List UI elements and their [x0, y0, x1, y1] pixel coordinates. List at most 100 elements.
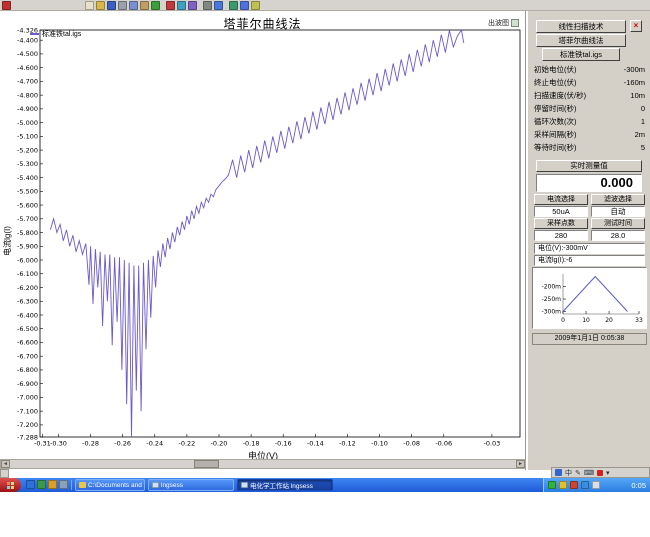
svg-text:-7.200: -7.200: [17, 421, 38, 429]
param-value[interactable]: -300m: [624, 65, 645, 74]
close-panel-button[interactable]: ×: [630, 20, 642, 32]
scrollbar-thumb[interactable]: [194, 460, 219, 468]
ime-icon[interactable]: [555, 469, 562, 476]
language-bar: 中 ✎ ⌨ ▾: [551, 467, 650, 478]
svg-text:-0.08: -0.08: [403, 440, 420, 448]
svg-text:-200m: -200m: [542, 284, 562, 291]
media-player-icon[interactable]: [48, 480, 57, 489]
param-value[interactable]: 0: [641, 104, 645, 113]
explorer-icon[interactable]: [59, 480, 68, 489]
svg-text:-0.14: -0.14: [307, 440, 324, 448]
show-desktop-icon[interactable]: [37, 480, 46, 489]
waveform-preview: -200m -250m -300m 0 10 20 33: [532, 267, 647, 329]
im-tray-icon[interactable]: [581, 481, 589, 489]
param-row: 扫描速度(伏/秒) 10m: [534, 90, 645, 101]
filter-select-button[interactable]: 滤波选择: [591, 194, 645, 205]
export-wave-icon: [511, 18, 519, 27]
y-axis-label: 电流lg(I): [3, 226, 12, 256]
param-value[interactable]: 5: [641, 143, 645, 152]
svg-text:-5.000: -5.000: [17, 119, 38, 127]
current-range-button[interactable]: 电流选择: [534, 194, 588, 205]
battery-tray-icon[interactable]: [592, 481, 600, 489]
svg-text:-5.400: -5.400: [17, 174, 38, 182]
zoom-icon[interactable]: [188, 1, 197, 10]
svg-text:-4.900: -4.900: [17, 105, 38, 113]
scroll-right-arrow-icon[interactable]: ►: [516, 460, 525, 468]
svg-text:-0.03: -0.03: [483, 440, 500, 448]
scroll-left-arrow-icon[interactable]: ◄: [1, 460, 10, 468]
taskbar-task-workstation[interactable]: 电化学工作站 lngsess: [237, 479, 333, 491]
technique-button-linear-sweep[interactable]: 线性扫描技术: [536, 20, 626, 33]
svg-text:-0.18: -0.18: [243, 440, 260, 448]
svg-text:-6.300: -6.300: [17, 298, 38, 306]
param-value[interactable]: 10m: [630, 91, 645, 100]
svg-text:-6.900: -6.900: [17, 380, 38, 388]
param-row: 采样间隔(秒) 2m: [534, 129, 645, 140]
technique-button-tafel[interactable]: 塔菲尔曲线法: [536, 34, 626, 47]
show-desktop-button[interactable]: [0, 469, 9, 478]
svg-text:-6.000: -6.000: [17, 256, 38, 264]
svg-text:-0.31: -0.31: [34, 440, 51, 448]
svg-text:10: 10: [582, 317, 590, 324]
param-value[interactable]: 2m: [635, 130, 645, 139]
language-zh-indicator[interactable]: 中: [565, 468, 572, 478]
run-icon[interactable]: [151, 1, 160, 10]
stop-icon[interactable]: [166, 1, 175, 10]
app-logo-icon[interactable]: [2, 1, 11, 10]
svg-text:-5.200: -5.200: [17, 146, 38, 154]
copy-icon[interactable]: [129, 1, 138, 10]
series-标准铁tal.igs: [49, 28, 465, 438]
print-icon[interactable]: [118, 1, 127, 10]
handwriting-icon[interactable]: ✎: [575, 469, 581, 477]
param-value[interactable]: -160m: [624, 78, 645, 87]
svg-text:-6.700: -6.700: [17, 352, 38, 360]
save-icon[interactable]: [107, 1, 116, 10]
svg-text:-5.700: -5.700: [17, 215, 38, 223]
svg-text:-5.600: -5.600: [17, 201, 38, 209]
export-wave-button[interactable]: 出波图: [488, 17, 519, 28]
sample-points-button[interactable]: 采样点数: [534, 218, 588, 229]
param-row: 循环次数(次) 1: [534, 116, 645, 127]
svg-text:-6.100: -6.100: [17, 270, 38, 278]
langbar-options-icon[interactable]: ▾: [606, 469, 610, 477]
open-file-icon[interactable]: [96, 1, 105, 10]
realtime-measure-button[interactable]: 实时测量值: [536, 160, 642, 172]
info-icon[interactable]: [251, 1, 260, 10]
app-window-icon: [241, 482, 248, 488]
chart-icon[interactable]: [177, 1, 186, 10]
param-value[interactable]: 1: [641, 117, 645, 126]
svg-text:20: 20: [605, 317, 613, 324]
filter-select-value[interactable]: 自动: [591, 206, 645, 217]
new-file-icon[interactable]: [85, 1, 94, 10]
test-time-button[interactable]: 测试时间: [591, 218, 645, 229]
system-tray: 0:05: [543, 478, 650, 492]
keyboard-icon[interactable]: ⌨: [584, 469, 594, 477]
task-label: 电化学工作站 lngsess: [250, 483, 313, 490]
param-row: 等待时间(秒) 5: [534, 142, 645, 153]
ie-browser-icon[interactable]: [26, 480, 35, 489]
screen: -4.326 -4.400 -4.500 -4.600 -4.700 -4.800 -4.9…: [0, 0, 650, 537]
help-icon[interactable]: [240, 1, 249, 10]
param-label: 采样间隔(秒): [534, 130, 577, 139]
volume-tray-icon[interactable]: [559, 481, 567, 489]
settings-icon[interactable]: [203, 1, 212, 10]
current-range-value[interactable]: 50uA: [534, 206, 588, 217]
taskbar-task-lngsess[interactable]: lngsess: [148, 479, 234, 491]
datetime-statusbar: 2009年1月1日 0:05:38: [532, 333, 647, 345]
antivirus-tray-icon[interactable]: [548, 481, 556, 489]
taskbar-clock[interactable]: 0:05: [631, 481, 646, 490]
network-tray-icon[interactable]: [570, 481, 578, 489]
horizontal-scrollbar[interactable]: ◄ ►: [0, 459, 526, 469]
ime-tool-icon[interactable]: [596, 469, 603, 476]
taskbar-task-documents[interactable]: C:\Documents and ...: [75, 479, 145, 491]
export-icon[interactable]: [229, 1, 238, 10]
data-icon[interactable]: [214, 1, 223, 10]
param-row: 终止电位(伏) -160m: [534, 77, 645, 88]
svg-text:-0.16: -0.16: [275, 440, 292, 448]
file-button[interactable]: 标准铁tal.igs: [542, 48, 620, 61]
waveform-preview-plot: -200m -250m -300m0 10 20 33: [542, 274, 643, 324]
start-button[interactable]: [0, 478, 21, 492]
windows-flag-icon: [7, 481, 14, 489]
paste-icon[interactable]: [140, 1, 149, 10]
svg-text:-6.800: -6.800: [17, 366, 38, 374]
